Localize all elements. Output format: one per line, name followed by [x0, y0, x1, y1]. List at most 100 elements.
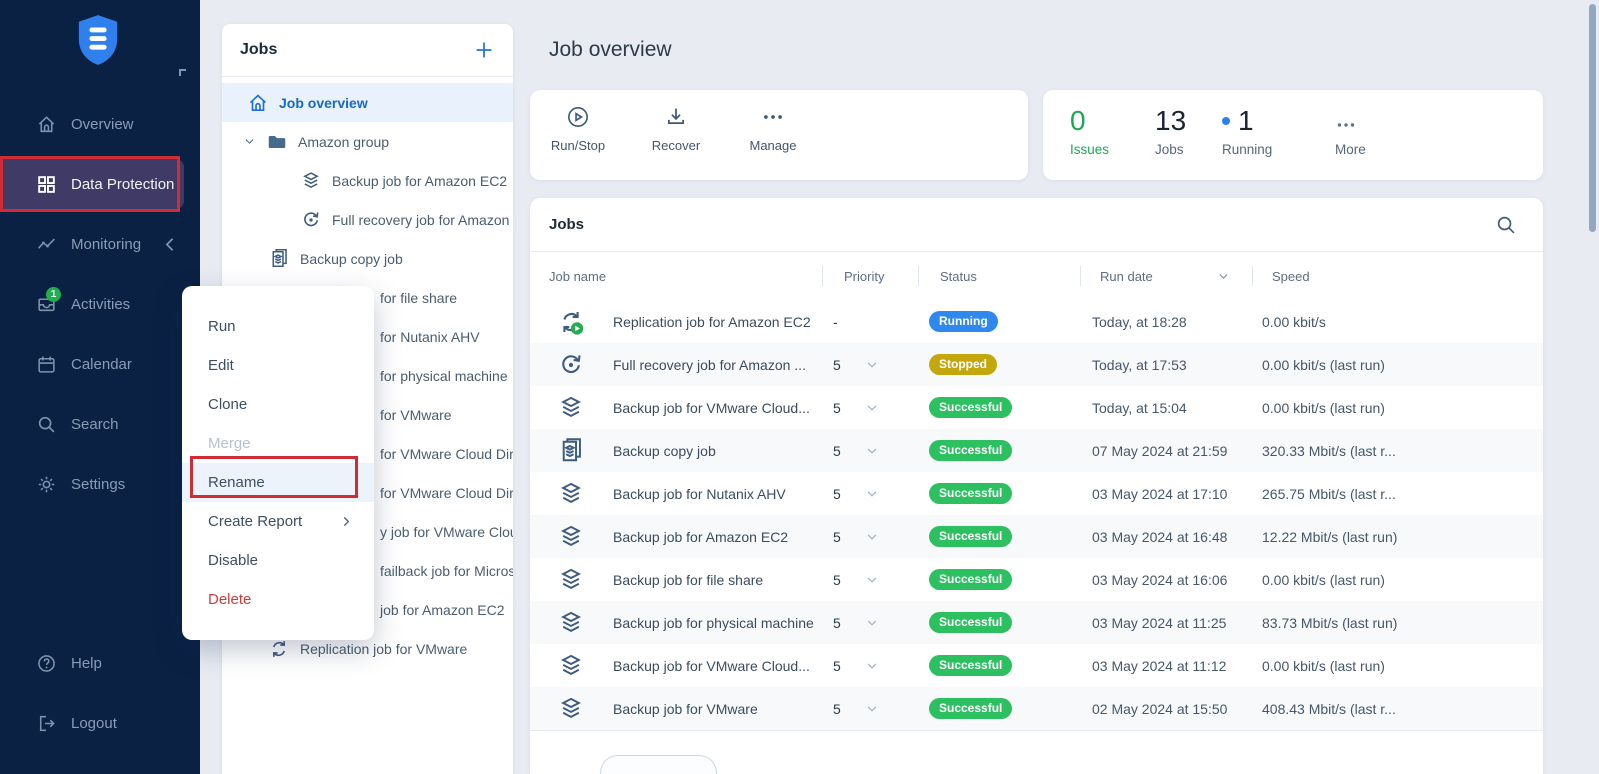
cell-speed: 0.00 kbit/s (last run) — [1252, 572, 1543, 588]
cell-run-date: Today, at 18:28 — [1080, 314, 1252, 330]
table-row[interactable]: Full recovery job for Amazon ...5Stopped… — [530, 343, 1543, 386]
tree-item-label: for VMware Cloud Direc — [380, 446, 513, 462]
chevron-down-icon[interactable] — [865, 401, 879, 415]
table-row[interactable]: Backup job for Nutanix AHV5Successful03 … — [530, 472, 1543, 515]
cell-speed: 0.00 kbit/s — [1252, 314, 1543, 330]
chevron-down-icon[interactable] — [1217, 270, 1230, 283]
menu-item-edit[interactable]: Edit — [182, 346, 374, 385]
menu-item-label: Create Report — [208, 513, 302, 530]
tree-item-full-recovery-job-for-amazon-e[interactable]: Full recovery job for Amazon E — [222, 200, 513, 239]
cell-speed: 12.22 Mbit/s (last run) — [1252, 529, 1543, 545]
sidebar-item-label: Settings — [71, 476, 125, 493]
chevron-down-icon[interactable] — [243, 135, 256, 148]
sidebar-item-settings[interactable]: Settings — [0, 459, 184, 509]
copy-job-icon — [557, 437, 585, 465]
chevron-down-icon[interactable] — [865, 530, 879, 544]
chevron-down-icon[interactable] — [865, 444, 879, 458]
sidebar-item-activities[interactable]: Activities1 — [0, 279, 184, 329]
priority-value: 5 — [833, 486, 841, 502]
table-row[interactable]: Backup job for VMware5Successful02 May 2… — [530, 687, 1543, 730]
menu-item-label: Rename — [208, 474, 265, 491]
cell-priority: 5 — [822, 529, 918, 545]
tree-item-label: Backup copy job — [300, 251, 403, 267]
sidebar: Overview Data Protection Monitoring Activit… — [0, 0, 200, 774]
table-footer-button[interactable] — [600, 755, 717, 774]
menu-item-run[interactable]: Run — [182, 307, 374, 346]
table-row[interactable]: Backup job for VMware Cloud...5Successfu… — [530, 386, 1543, 429]
status-badge: Running — [929, 311, 998, 332]
replication-job-icon — [268, 638, 290, 660]
job-name-text: Backup job for Amazon EC2 — [613, 529, 788, 545]
table-row[interactable]: Replication job for Amazon EC2-RunningTo… — [530, 300, 1543, 343]
job-name-text: Backup job for file share — [613, 572, 763, 588]
help-icon — [36, 653, 57, 674]
menu-item-delete[interactable]: Delete — [182, 580, 374, 619]
tree-item-job-overview[interactable]: Job overview — [222, 83, 513, 122]
menu-item-rename[interactable]: Rename — [182, 463, 374, 502]
jobs-table-card: Jobs Job namePriorityStatus Run date Speed… — [530, 198, 1543, 774]
manage-button[interactable]: Manage — [740, 105, 806, 153]
chevron-left-icon[interactable] — [159, 234, 180, 255]
sidebar-item-monitoring[interactable]: Monitoring — [0, 219, 184, 269]
recover-button[interactable]: Recover — [643, 105, 709, 153]
job-name-text: Backup job for VMware Cloud... — [613, 400, 810, 416]
more-button[interactable]: More — [1335, 114, 1366, 157]
sidebar-item-label: Data Protection — [71, 176, 174, 193]
cell-speed: 320.33 Mbit/s (last r... — [1252, 443, 1543, 459]
cell-status: Stopped — [918, 354, 1080, 375]
vertical-scrollbar-thumb[interactable] — [1589, 4, 1596, 232]
chevron-down-icon[interactable] — [865, 487, 879, 501]
table-row[interactable]: Backup job for file share5Successful03 M… — [530, 558, 1543, 601]
tree-item-amazon-group[interactable]: Amazon group — [222, 122, 513, 161]
jobs-panel-header: Jobs — [222, 24, 513, 77]
menu-item-create-report[interactable]: Create Report — [182, 502, 374, 541]
cell-priority: 5 — [822, 443, 918, 459]
menu-item-label: Disable — [208, 552, 258, 569]
add-job-button[interactable] — [473, 39, 495, 61]
stat-running: 1Running — [1222, 104, 1272, 157]
table-row[interactable]: Backup job for physical machine5Successf… — [530, 601, 1543, 644]
job-name-text: Backup job for Nutanix AHV — [613, 486, 786, 502]
monitoring-icon — [36, 234, 57, 255]
sidebar-item-search[interactable]: Search — [0, 399, 184, 449]
cell-run-date: Today, at 15:04 — [1080, 400, 1252, 416]
panel-collapse-corner-icon[interactable] — [178, 68, 188, 78]
run-stop-button[interactable]: Run/Stop — [545, 105, 611, 153]
chevron-down-icon[interactable] — [865, 573, 879, 587]
sidebar-item-data-protection[interactable]: Data Protection — [0, 159, 184, 209]
column-header-speed[interactable]: Speed — [1252, 252, 1543, 300]
jobs-table-title: Jobs — [549, 216, 584, 233]
cell-status: Successful — [918, 526, 1080, 547]
folder-icon — [266, 131, 288, 153]
chevron-down-icon[interactable] — [865, 358, 879, 372]
priority-value: 5 — [833, 701, 841, 717]
tree-item-label: Full recovery job for Amazon E — [332, 212, 513, 228]
tree-item-backup-job-for-amazon-ec2[interactable]: Backup job for Amazon EC2 — [222, 161, 513, 200]
chevron-down-icon[interactable] — [865, 616, 879, 630]
sidebar-item-overview[interactable]: Overview — [0, 99, 184, 149]
stat-issues: 0Issues — [1070, 104, 1109, 157]
menu-item-label: Clone — [208, 396, 247, 413]
page-title: Job overview — [549, 38, 672, 62]
tree-item-backup-copy-job[interactable]: Backup copy job — [222, 239, 513, 278]
column-header-priority[interactable]: Priority — [822, 252, 918, 300]
job-name-text: Full recovery job for Amazon ... — [613, 357, 806, 373]
chevron-down-icon[interactable] — [865, 702, 879, 716]
menu-item-disable[interactable]: Disable — [182, 541, 374, 580]
column-header-run-date[interactable]: Run date — [1080, 252, 1252, 300]
search-icon[interactable] — [1495, 214, 1517, 236]
sidebar-item-logout[interactable]: Logout — [0, 698, 184, 748]
chevron-down-icon[interactable] — [865, 659, 879, 673]
column-header-label: Run date — [1100, 269, 1153, 284]
table-row[interactable]: Backup job for VMware Cloud...5Successfu… — [530, 644, 1543, 687]
table-row[interactable]: Backup job for Amazon EC25Successful03 M… — [530, 515, 1543, 558]
jobs-table-header: Jobs — [530, 198, 1543, 252]
menu-item-clone[interactable]: Clone — [182, 385, 374, 424]
column-header-status[interactable]: Status — [918, 252, 1080, 300]
sidebar-item-calendar[interactable]: Calendar — [0, 339, 184, 389]
column-header-job-name[interactable]: Job name — [530, 252, 822, 300]
sidebar-item-help[interactable]: Help — [0, 638, 184, 688]
cell-status: Successful — [918, 698, 1080, 719]
cell-job-name: Backup job for Amazon EC2 — [530, 523, 822, 551]
table-row[interactable]: Backup copy job5Successful07 May 2024 at… — [530, 429, 1543, 472]
